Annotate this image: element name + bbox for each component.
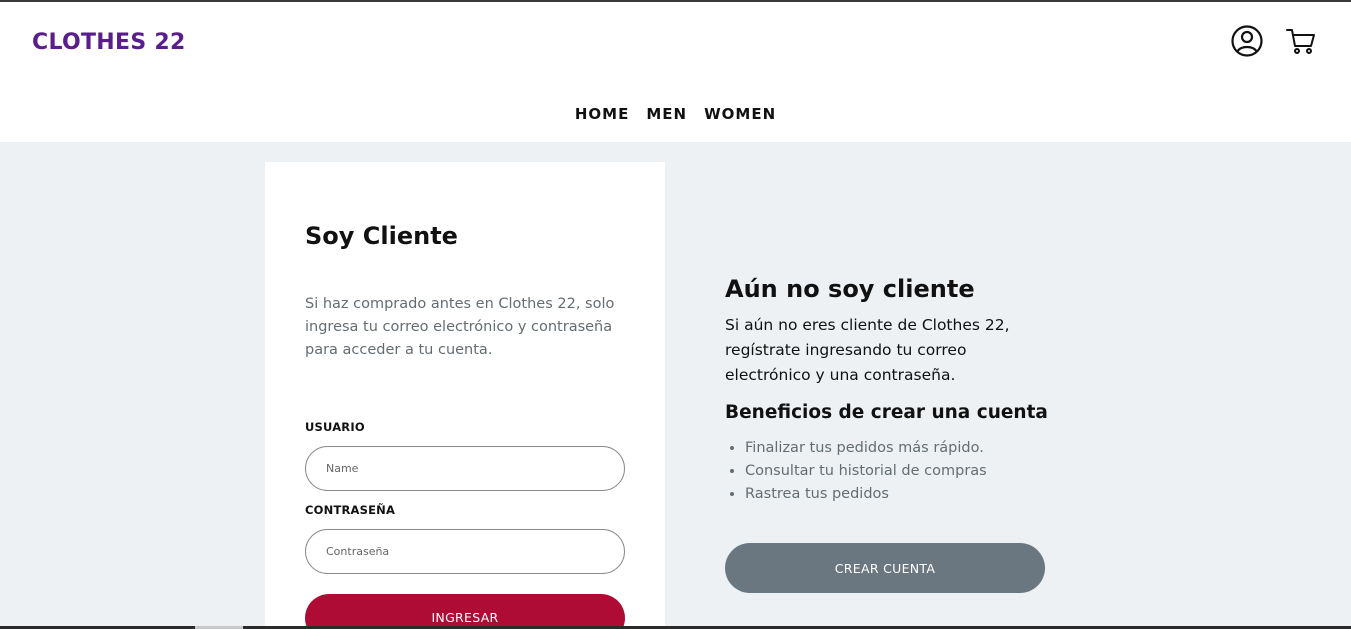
create-account-button[interactable]: CREAR CUENTA xyxy=(725,543,1045,593)
user-circle-icon[interactable] xyxy=(1230,24,1264,58)
register-section: Aún no soy cliente Si aún no eres client… xyxy=(725,275,1055,506)
brand-logo[interactable]: CLOTHES 22 xyxy=(32,30,186,55)
password-input[interactable] xyxy=(305,529,625,574)
benefits-list: Finalizar tus pedidos más rápido. Consul… xyxy=(725,437,1055,506)
main-nav: HOME MEN WOMEN xyxy=(0,85,1351,142)
user-input[interactable] xyxy=(305,446,625,491)
nav-item-women[interactable]: WOMEN xyxy=(704,105,776,123)
nav-item-home[interactable]: HOME xyxy=(575,105,629,123)
login-card: Soy Cliente Si haz comprado antes en Clo… xyxy=(265,162,665,629)
list-item: Rastrea tus pedidos xyxy=(745,483,1055,506)
login-description: Si haz comprado antes en Clothes 22, sol… xyxy=(305,296,615,358)
register-title: Aún no soy cliente xyxy=(725,275,975,303)
user-label: USUARIO xyxy=(305,420,365,434)
password-label: CONTRASEÑA xyxy=(305,503,396,517)
benefits-title: Beneficios de crear una cuenta xyxy=(725,402,1048,423)
nav-item-men[interactable]: MEN xyxy=(646,105,687,123)
shopping-cart-icon[interactable] xyxy=(1284,24,1318,58)
login-title: Soy Cliente xyxy=(305,222,458,250)
site-header: CLOTHES 22 xyxy=(0,2,1351,85)
login-button[interactable]: INGRESAR xyxy=(305,594,625,629)
list-item: Finalizar tus pedidos más rápido. xyxy=(745,437,1055,460)
register-description: Si aún no eres cliente de Clothes 22, re… xyxy=(725,316,1010,384)
list-item: Consultar tu historial de compras xyxy=(745,460,1055,483)
